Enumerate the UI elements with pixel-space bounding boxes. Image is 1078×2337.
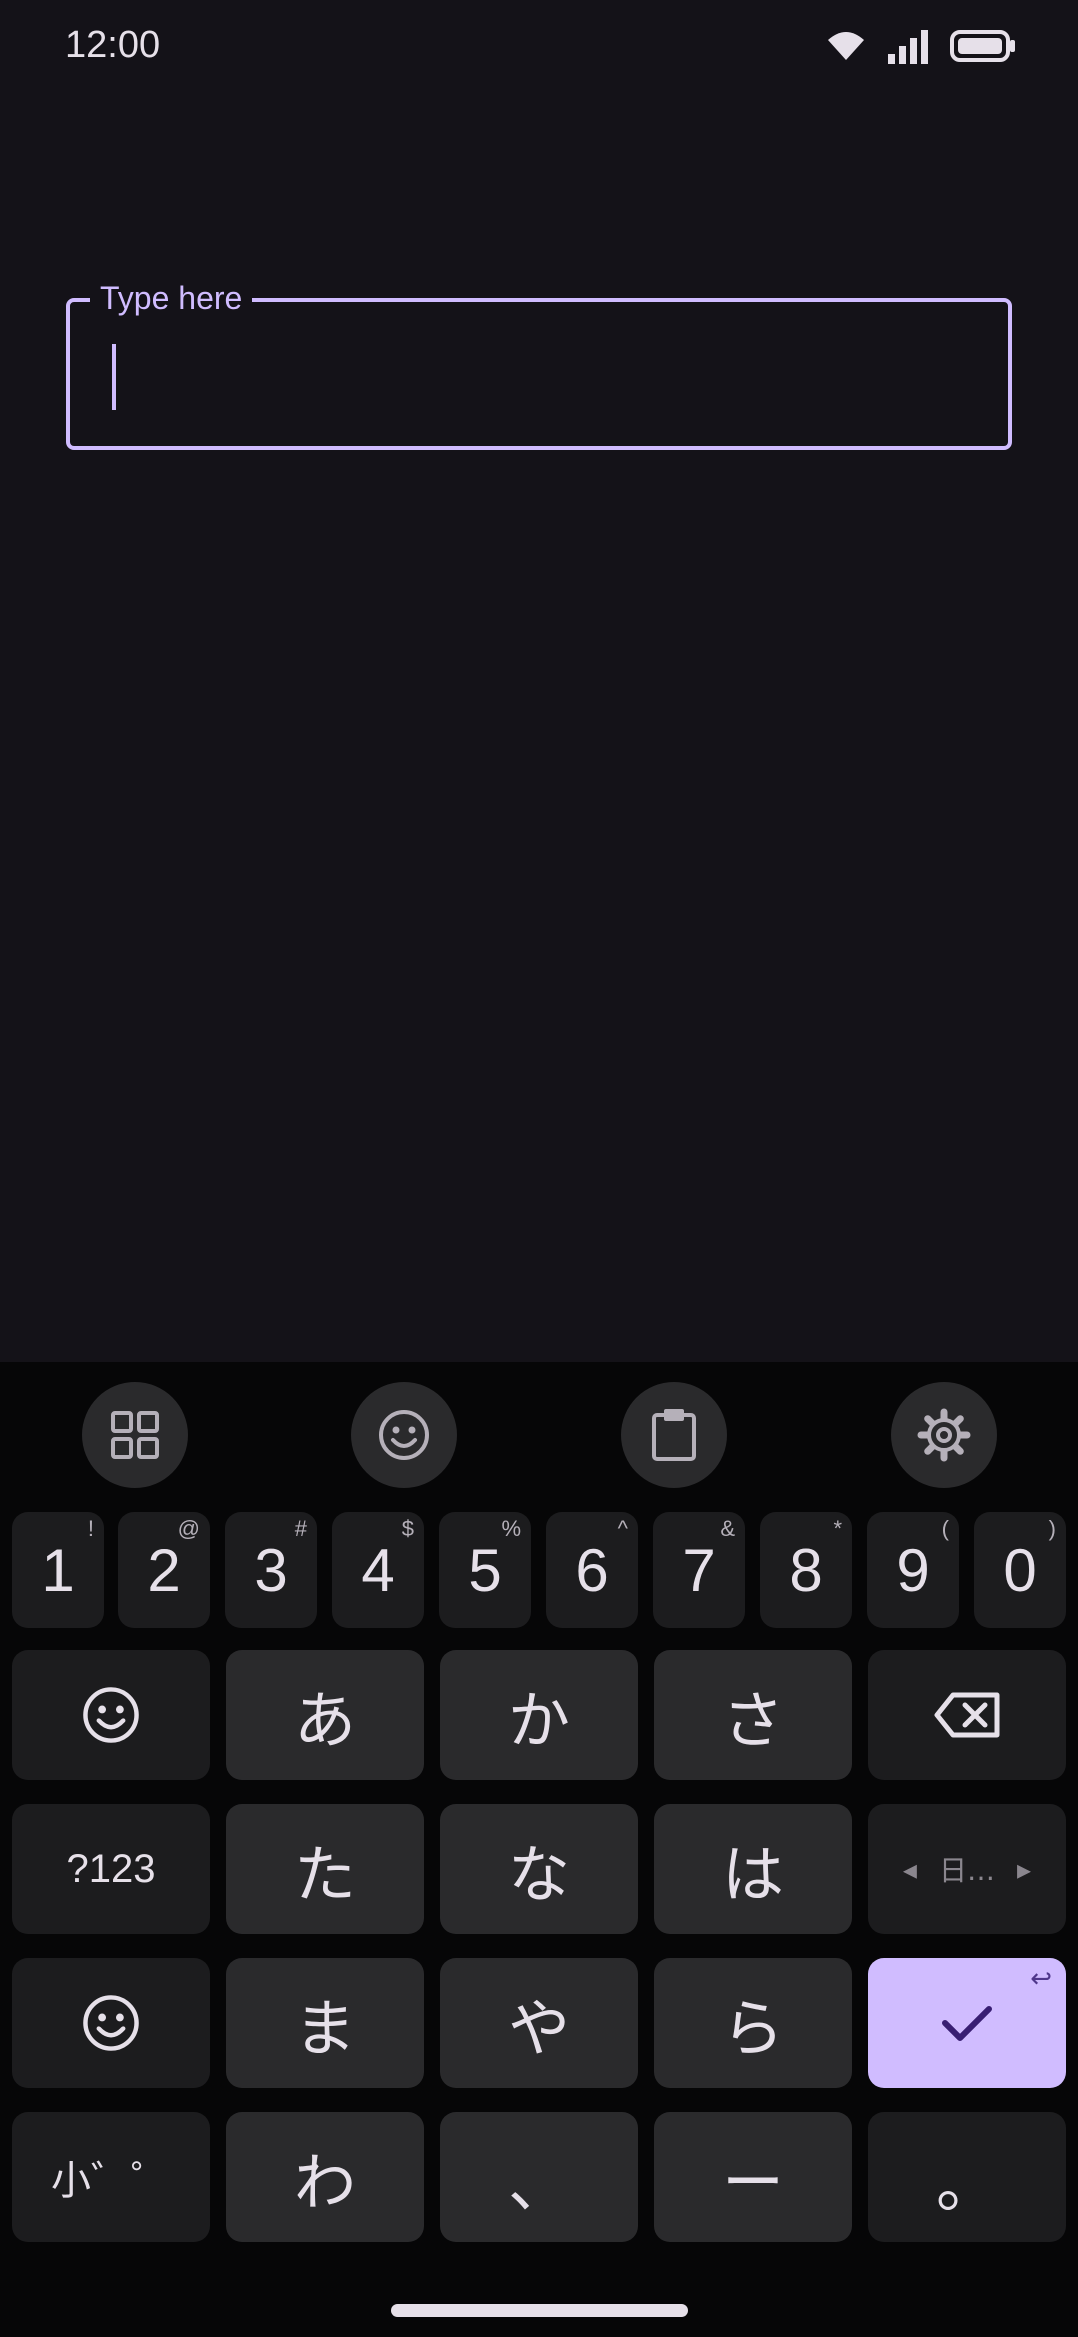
chevron-right-icon: ▸	[1017, 1852, 1032, 1886]
key-1[interactable]: 1!	[12, 1512, 104, 1628]
key-3[interactable]: 3 #	[225, 1512, 317, 1628]
status-bar: 12:00	[0, 0, 1078, 96]
wifi-icon	[828, 32, 864, 60]
symbols-key[interactable]: ?123	[12, 1804, 210, 1934]
grid-icon	[111, 1411, 159, 1459]
key-ra[interactable]: ら	[654, 1958, 852, 2088]
emoji-icon	[379, 1410, 429, 1460]
key-period[interactable]: 。	[868, 2112, 1066, 2242]
key-wa[interactable]: わ	[226, 2112, 424, 2242]
status-time: 12:00	[65, 24, 161, 66]
key-9[interactable]: 9(	[867, 1512, 959, 1628]
language-key[interactable]: ◂ 日… ▸	[868, 1804, 1066, 1934]
emoji-key-2[interactable]	[12, 1958, 210, 2088]
emoji-icon	[83, 1687, 139, 1743]
key-8[interactable]: 8 *	[760, 1512, 852, 1628]
key-0[interactable]: 0)	[974, 1512, 1066, 1628]
dakuten-key[interactable]: 小゛゜	[12, 2112, 210, 2242]
backspace-key[interactable]	[868, 1650, 1066, 1780]
language-label: 日…	[938, 1854, 995, 1887]
battery-icon	[950, 30, 1015, 62]
key-6[interactable]: 6 ^	[546, 1512, 638, 1628]
chevron-left-icon: ◂	[902, 1852, 917, 1886]
key-a[interactable]: あ	[226, 1650, 424, 1780]
emoji-icon	[83, 1995, 139, 2051]
key-sa[interactable]: さ	[654, 1650, 852, 1780]
backspace-icon	[934, 1692, 1000, 1738]
text-input-field[interactable]: Type here	[66, 278, 1012, 450]
key-long-vowel[interactable]: ー	[654, 2112, 852, 2242]
settings-icon	[917, 1408, 971, 1462]
emoji-button[interactable]	[351, 1382, 457, 1488]
key-5[interactable]: 5%	[439, 1512, 531, 1628]
signal-icon	[888, 30, 928, 64]
field-label: Type here	[90, 278, 253, 318]
key-ka[interactable]: か	[440, 1650, 638, 1780]
status-icons	[826, 28, 1016, 64]
key-ma[interactable]: ま	[226, 1958, 424, 2088]
home-indicator[interactable]	[391, 2304, 688, 2317]
key-2[interactable]: 2 @	[118, 1512, 210, 1628]
check-icon	[942, 2006, 992, 2041]
key-na[interactable]: な	[440, 1804, 638, 1934]
key-4[interactable]: 4 $	[332, 1512, 424, 1628]
key-comma[interactable]: 、	[440, 2112, 638, 2242]
clipboard-button[interactable]	[621, 1382, 727, 1488]
key-7[interactable]: 7 &	[653, 1512, 745, 1628]
keyboard-toolbar	[0, 1382, 1078, 1490]
key-ta[interactable]: た	[226, 1804, 424, 1934]
text-cursor	[112, 344, 116, 410]
key-ya[interactable]: や	[440, 1958, 638, 2088]
clipboard-icon	[652, 1409, 696, 1461]
enter-key[interactable]: ↩	[868, 1958, 1066, 2088]
settings-button[interactable]	[891, 1382, 997, 1488]
key-ha[interactable]: は	[654, 1804, 852, 1934]
keyboard: 1! 2 @ 3 # 4 $ 5% 6 ^ 7 & 8 * 9( 0) あ か さ ?123…	[0, 1362, 1078, 2337]
grid-button[interactable]	[82, 1382, 188, 1488]
emoji-key[interactable]	[12, 1650, 210, 1780]
return-icon: ↩	[1030, 1964, 1052, 1994]
